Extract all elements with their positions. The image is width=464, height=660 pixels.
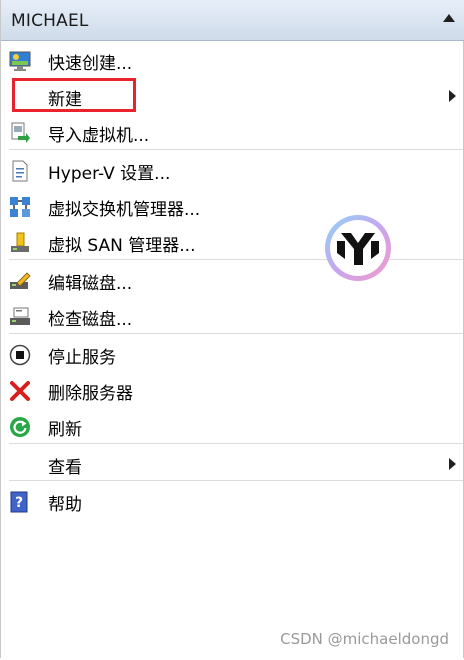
help-icon: ? (10, 491, 28, 513)
monitor-icon (9, 51, 31, 71)
inspect-disk-icon (10, 307, 30, 325)
collapse-arrow-icon[interactable] (443, 14, 455, 22)
menu-item-import-vm[interactable]: 导入虚拟机... (1, 114, 464, 148)
action-pane: MICHAEL 快速创建... 新建 导入虚拟机... Hyper-V 设置..… (0, 0, 464, 658)
menu-item-label: 刷新 (48, 420, 82, 440)
separator (9, 480, 463, 481)
menu-item-label: 快速创建... (48, 54, 133, 74)
separator (9, 259, 463, 260)
menu-item-label: 虚拟交换机管理器... (48, 200, 201, 220)
menu-item-inspect-disk[interactable]: 检查磁盘... (1, 298, 464, 332)
san-icon (11, 232, 29, 252)
floating-assistant-icon[interactable] (323, 213, 393, 283)
separator (9, 333, 463, 334)
menu-item-quick-create[interactable]: 快速创建... (1, 42, 464, 76)
network-switch-icon (10, 197, 30, 217)
separator (9, 443, 463, 444)
menu-item-label: 帮助 (48, 495, 82, 515)
menu-item-label: 删除服务器 (48, 384, 133, 404)
svg-text:?: ? (15, 495, 23, 511)
menu-item-stop-service[interactable]: 停止服务 (1, 336, 464, 370)
import-vm-icon (11, 122, 30, 143)
menu-item-label: 虚拟 SAN 管理器... (48, 236, 196, 256)
submenu-arrow-icon (449, 458, 456, 470)
document-settings-icon (12, 160, 28, 182)
pane-header[interactable]: MICHAEL (1, 0, 464, 41)
menu-item-edit-disk[interactable]: 编辑磁盘... (1, 262, 464, 296)
menu-item-label: 停止服务 (48, 348, 116, 368)
menu-item-label: Hyper-V 设置... (48, 164, 171, 184)
menu-item-hyperv-settings[interactable]: Hyper-V 设置... (1, 152, 464, 186)
server-title: MICHAEL (11, 11, 89, 31)
menu-item-refresh[interactable]: 刷新 (1, 408, 464, 442)
watermark: CSDN @michaeldongd (280, 630, 449, 648)
menu-item-label: 导入虚拟机... (48, 126, 150, 146)
stop-icon (9, 344, 31, 366)
edit-disk-icon (10, 272, 31, 289)
menu-item-label: 编辑磁盘... (48, 274, 133, 294)
highlight-box (12, 78, 136, 112)
separator (9, 149, 463, 150)
submenu-arrow-icon (449, 90, 456, 102)
delete-icon (10, 381, 30, 401)
menu-item-label: 检查磁盘... (48, 310, 133, 330)
menu-item-help[interactable]: ? 帮助 (1, 483, 464, 517)
menu-item-label: 查看 (48, 458, 82, 478)
menu-item-virtual-san-manager[interactable]: 虚拟 SAN 管理器... (1, 224, 464, 258)
menu-item-virtual-switch-manager[interactable]: 虚拟交换机管理器... (1, 188, 464, 222)
refresh-icon (10, 417, 30, 437)
menu-item-delete-server[interactable]: 删除服务器 (1, 372, 464, 406)
menu-item-view[interactable]: 查看 (1, 446, 464, 480)
